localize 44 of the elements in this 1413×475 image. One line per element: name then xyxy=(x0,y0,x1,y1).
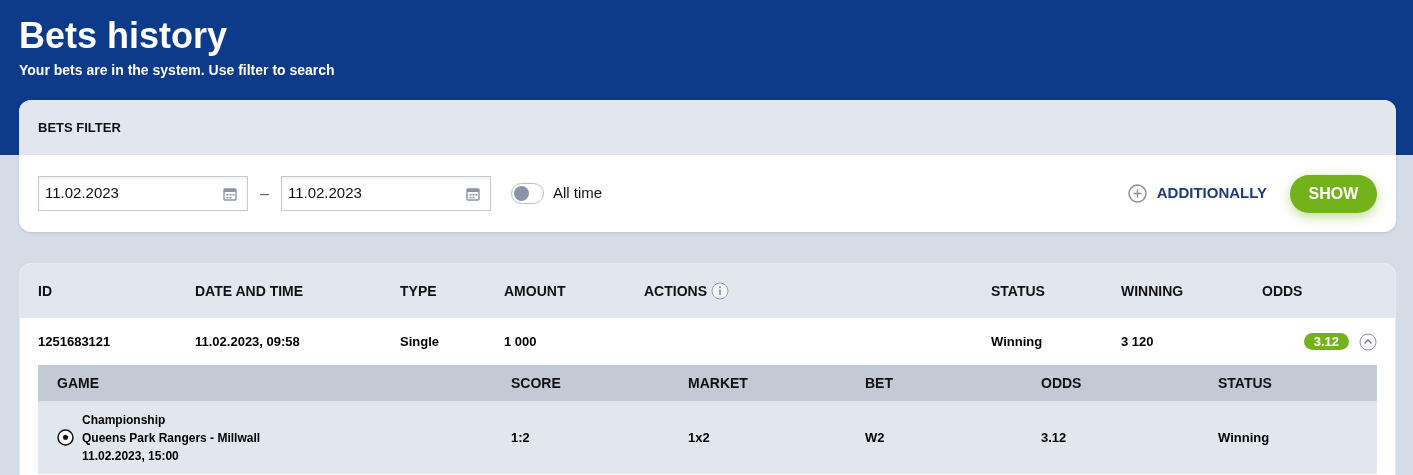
table-cell-text: 1x2 xyxy=(688,428,711,447)
table-cell-text: 1251683121 xyxy=(38,332,112,351)
all-time-label: All time xyxy=(552,183,603,204)
column-header: WINNING xyxy=(1121,281,1184,301)
table-cell-text: W2 xyxy=(865,428,886,447)
page-title: Bets history xyxy=(19,14,228,58)
column-header: STATUS xyxy=(991,281,1045,301)
table-cell-text: 1:2 xyxy=(511,428,531,447)
column-header: AMOUNT xyxy=(504,281,566,301)
column-header: BET xyxy=(865,373,894,393)
table-cell-text: Single xyxy=(400,332,440,351)
calendar-icon[interactable] xyxy=(223,186,237,201)
date-field[interactable]: 11.02.2023 xyxy=(280,176,491,211)
column-header: GAME xyxy=(57,373,100,393)
additionally-button[interactable]: ADDITIONALLY xyxy=(1127,182,1267,205)
soccer-ball-icon xyxy=(57,429,74,446)
calendar-icon[interactable] xyxy=(465,186,480,201)
chevron-up-icon[interactable] xyxy=(1359,332,1377,351)
filter-title: BETS FILTER xyxy=(38,118,121,137)
column-header: ODDS xyxy=(1262,281,1303,301)
column-header: ID xyxy=(38,281,52,301)
info-icon[interactable] xyxy=(711,282,729,300)
table-cell-text: 3.12 xyxy=(1041,428,1068,447)
date-field[interactable]: 11.02.2023 xyxy=(38,176,248,211)
page-subtitle: Your bets are in the system. Use filter to search xyxy=(19,62,335,78)
table-cell-text: Winning xyxy=(991,332,1044,351)
column-header: ODDS xyxy=(1041,373,1083,393)
match-time: 11.02.2023, 15:00 xyxy=(82,447,180,465)
all-time-toggle[interactable] xyxy=(510,183,544,204)
plus-circle-icon xyxy=(1127,184,1147,203)
range-separator: – xyxy=(260,183,269,204)
table-cell-text: Winning xyxy=(1218,428,1271,447)
table-cell-text: 11.02.2023, 09:58 xyxy=(195,332,301,351)
column-header: STATUS xyxy=(1218,373,1273,393)
column-header: DATE AND TIME xyxy=(195,281,304,301)
table-cell-text: 1 000 xyxy=(504,332,538,351)
column-header: ACTIONS xyxy=(644,281,707,301)
column-header: TYPE xyxy=(400,281,437,301)
league-name: Championship xyxy=(82,411,167,429)
odds-badge: 3.12 xyxy=(1303,333,1349,350)
column-header: SCORE xyxy=(511,373,562,393)
column-header: MARKET xyxy=(688,373,749,393)
match-name: Queens Park Rangers - Millwall xyxy=(82,429,261,447)
table-cell-text: 3 120 xyxy=(1121,332,1155,351)
